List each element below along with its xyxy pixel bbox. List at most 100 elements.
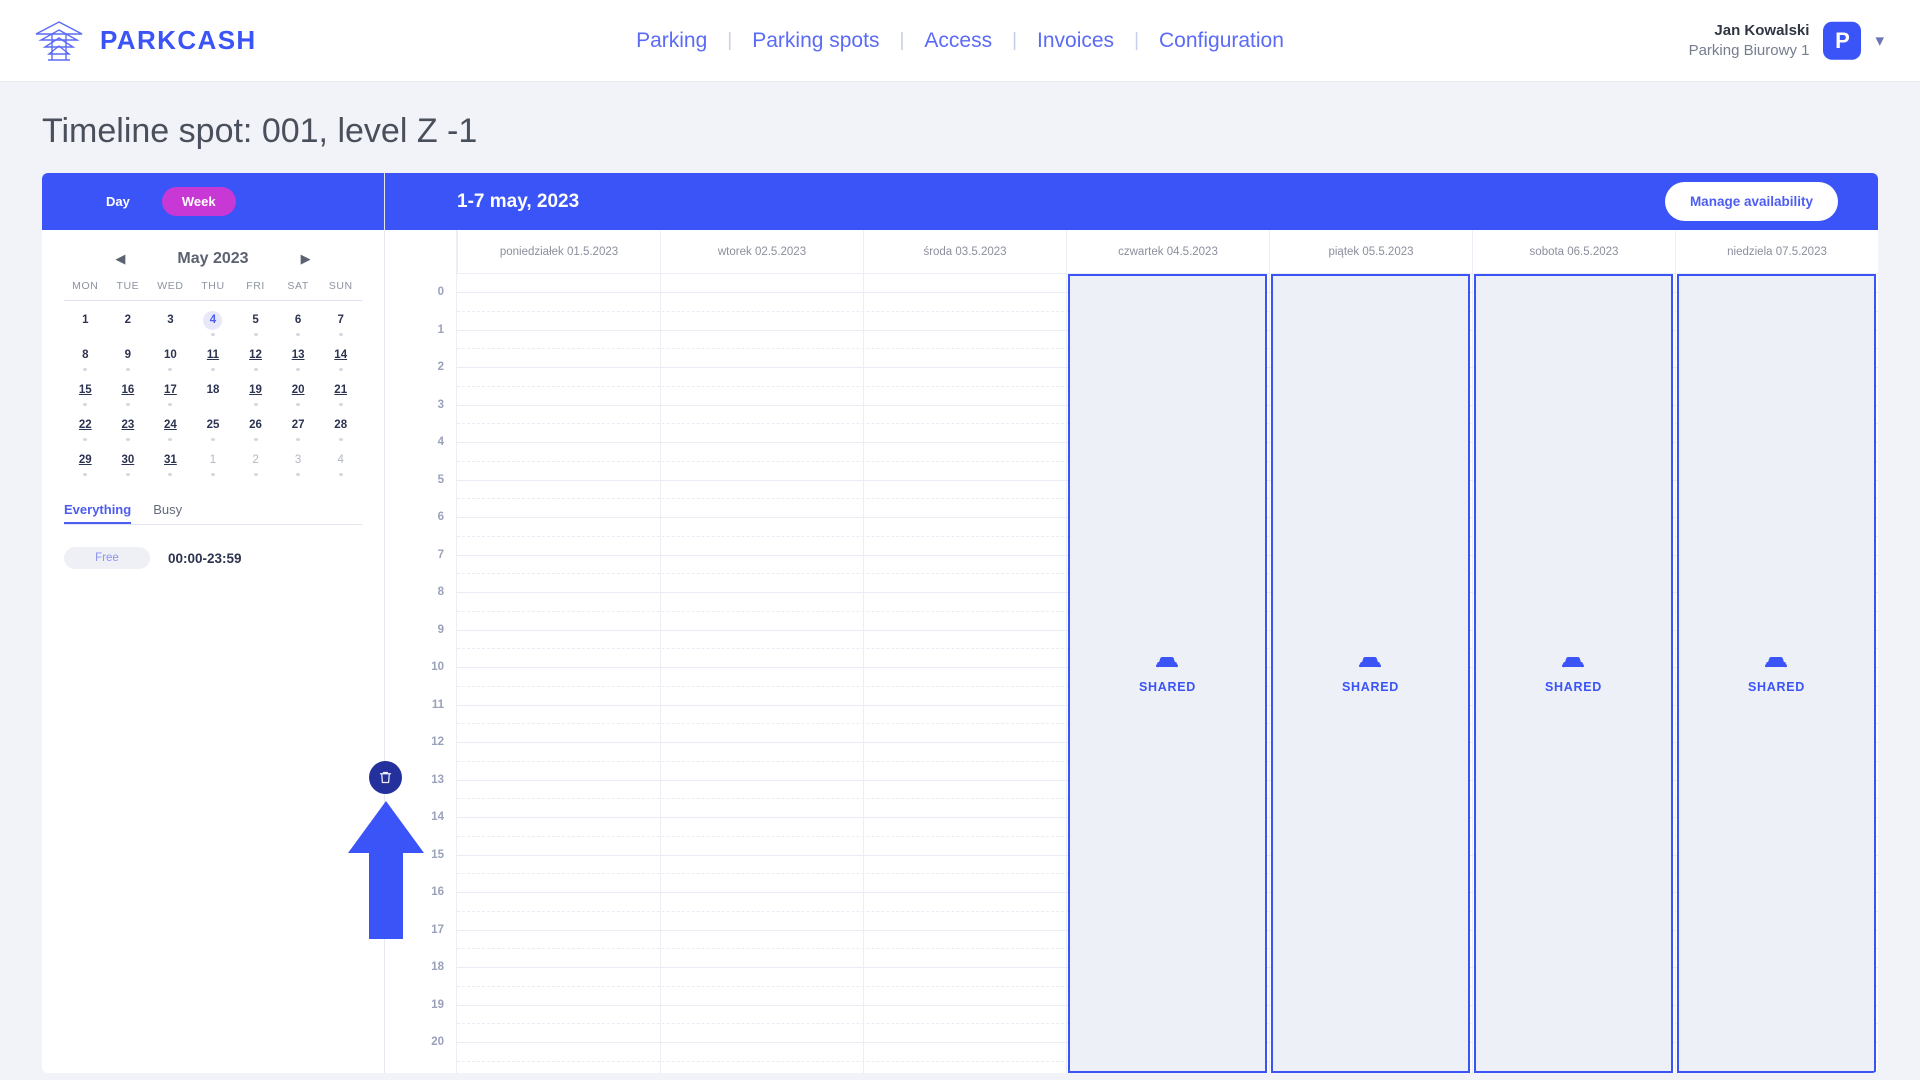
calendar-day-cell[interactable]: 13 [277,336,320,371]
calendar-day-number: 8 [82,349,89,361]
calendar-day-cell[interactable]: 22 [64,406,107,441]
prev-month-icon[interactable]: ◀ [115,251,125,267]
user-menu[interactable]: Jan Kowalski Parking Biurowy 1 P ▾ [1689,20,1884,61]
calendar-day-number: 3 [294,454,302,466]
calendar-day-cell[interactable]: 24 [149,406,192,441]
calendar-day-cell[interactable]: 20 [277,371,320,406]
calendar-day-cell[interactable]: 9 [107,336,150,371]
calendar-day-number: 26 [249,419,262,431]
calendar-day-cell[interactable]: 14 [319,336,362,371]
day-column-divider [1675,274,1676,1073]
car-icon [1765,654,1788,675]
calendar-day-cell[interactable]: 19 [234,371,277,406]
calendar-day-cell[interactable]: 2 [234,441,277,476]
hour-label: 10 [431,661,444,673]
hour-label: 19 [431,998,444,1011]
tab-everything[interactable]: Everything [64,502,131,524]
page-title: Timeline spot: 001, level Z -1 [42,112,478,150]
calendar-day-cell[interactable]: 16 [107,371,150,406]
timeline: 1-7 may, 2023 Manage availability ponied… [385,173,1878,1073]
calendar-day-cell[interactable]: 23 [107,406,150,441]
nav-item-parking-spots[interactable]: Parking spots [732,29,899,53]
calendar-header: ◀ May 2023 ▶ [64,244,362,280]
calendar-day-dot [338,473,343,476]
availability-tabs: Everything Busy [64,502,362,525]
calendar-day-cell[interactable]: 15 [64,371,107,406]
calendar: ◀ May 2023 ▶ MON TUE WED THU FRI SAT SUN… [42,230,384,476]
calendar-day-number: 5 [252,314,259,326]
calendar-day-cell[interactable]: 29 [64,441,107,476]
toggle-day[interactable]: Day [86,187,150,216]
day-column-header: sobota 06.5.2023 [1472,230,1675,274]
nav-item-configuration[interactable]: Configuration [1139,29,1304,53]
calendar-day-cell[interactable]: 4 [192,301,235,336]
calendar-day-cell[interactable]: 6 [277,301,320,336]
calendar-day-cell[interactable]: 3 [277,441,320,476]
calendar-day-cell[interactable]: 5 [234,301,277,336]
calendar-weekday-row: MON TUE WED THU FRI SAT SUN [64,280,362,301]
main-nav: Parking | Parking spots | Access | Invoi… [616,29,1304,53]
toggle-week[interactable]: Week [161,187,236,216]
hour-label: 13 [431,773,444,786]
day-column-header: piątek 05.5.2023 [1269,230,1472,274]
nav-item-access[interactable]: Access [904,29,1012,53]
day-column-divider [1269,274,1270,1073]
calendar-day-cell[interactable]: 25 [192,406,235,441]
timeline-body[interactable]: 0 1 2 3 4 5 6 7 8 9 10 11 12 13 14 15 16 17 18 19 20 SHARED S… [385,274,1878,1073]
calendar-day-cell[interactable]: 12 [234,336,277,371]
calendar-day-cell[interactable]: 2 [107,301,150,336]
day-column-divider [1066,274,1067,1073]
calendar-day-number: 23 [121,419,135,431]
shared-availability-block[interactable]: SHARED [1270,274,1470,1073]
calendar-day-cell[interactable]: 30 [107,441,150,476]
calendar-day-number: 25 [206,419,220,431]
calendar-day-cell[interactable]: 7 [319,301,362,336]
shared-label: SHARED [1139,679,1196,694]
day-column-header: czwartek 04.5.2023 [1066,230,1269,274]
calendar-day-cell[interactable]: 27 [277,406,320,441]
shared-availability-block[interactable]: SHARED [1068,274,1267,1073]
avatar[interactable]: P [1823,21,1862,60]
hour-label: 0 [437,286,444,298]
shared-label: SHARED [1748,679,1805,694]
nav-item-parking[interactable]: Parking [616,29,727,53]
next-month-icon[interactable]: ▶ [301,251,311,267]
manage-availability-button[interactable]: Manage availability [1664,182,1838,221]
shared-availability-block[interactable]: SHARED [1474,274,1673,1073]
calendar-day-cell[interactable]: 1 [64,301,107,336]
shared-availability-block[interactable]: SHARED [1677,274,1876,1073]
calendar-day-number: 11 [206,349,220,361]
calendar-day-cell[interactable]: 11 [192,336,235,371]
calendar-day-number: 10 [164,349,177,361]
calendar-day-cell[interactable]: 17 [149,371,192,406]
calendar-day-dot [253,473,258,476]
chevron-down-icon[interactable]: ▾ [1875,31,1884,51]
calendar-day-dot [168,473,173,476]
calendar-day-cell[interactable]: 3 [149,301,192,336]
calendar-day-cell[interactable]: 8 [64,336,107,371]
timeline-grid[interactable]: SHARED SHARED SHARED SHARED [457,274,1878,1073]
user-name: Jan Kowalski [1714,21,1810,39]
availability-row: Free 00:00-23:59 [64,547,362,569]
weekday-label: THU [201,280,225,292]
calendar-day-number: 13 [291,349,305,361]
calendar-day-cell[interactable]: 10 [149,336,192,371]
car-icon [1359,654,1382,675]
brand-logo-area[interactable]: PARKCASH [34,20,257,62]
nav-item-invoices[interactable]: Invoices [1017,29,1134,53]
calendar-day-number: 30 [121,454,135,466]
calendar-day-cell[interactable]: 4 [319,441,362,476]
calendar-day-cell[interactable]: 26 [234,406,277,441]
sidebar: Day Week ◀ May 2023 ▶ MON TUE WED THU FR… [42,173,424,1073]
calendar-day-cell[interactable]: 31 [149,441,192,476]
calendar-day-cell[interactable]: 18 [192,371,235,406]
calendar-day-cell[interactable]: 21 [319,371,362,406]
hour-label: 5 [437,473,444,486]
hour-label: 2 [437,361,444,373]
calendar-day-number: 4 [203,311,223,330]
calendar-day-number: 1 [209,454,217,466]
calendar-day-number: 28 [334,419,348,431]
calendar-day-cell[interactable]: 1 [192,441,235,476]
tab-busy[interactable]: Busy [153,502,182,524]
calendar-day-cell[interactable]: 28 [319,406,362,441]
